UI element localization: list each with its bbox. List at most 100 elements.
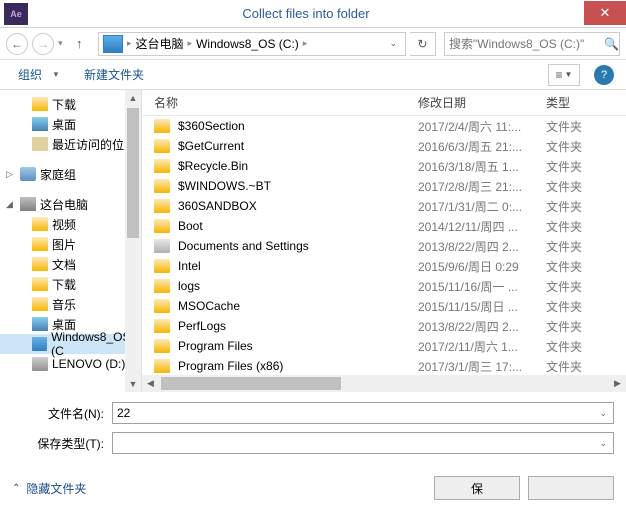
file-date: 2014/12/11/周四 ... [418,218,546,235]
close-button[interactable]: ✕ [584,1,626,25]
expand-icon[interactable]: ▷ [6,169,16,180]
expand-icon[interactable]: ◢ [6,199,16,210]
desktop-icon [32,117,48,131]
folder-icon [32,257,48,271]
drive-icon [32,357,48,371]
file-name: Documents and Settings [178,239,418,253]
tree-item[interactable]: 下载 [0,94,141,114]
file-row[interactable]: Documents and Settings2013/8/22/周四 2...文… [142,236,626,256]
breadcrumb-dropdown[interactable]: ⌄ [385,38,401,49]
file-date: 2013/8/22/周四 2... [418,238,546,255]
filetype-field[interactable]: ⌄ [112,432,614,454]
back-button[interactable]: ← [6,33,28,55]
tree-item[interactable]: 最近访问的位置 [0,134,141,154]
tree-item[interactable]: 文档 [0,254,141,274]
tree-item[interactable]: ▷家庭组 [0,164,141,184]
file-name: Boot [178,219,418,233]
forward-button[interactable]: → [32,33,54,55]
scroll-down-arrow[interactable]: ▼ [125,376,141,392]
file-row[interactable]: $GetCurrent2016/6/3/周五 21:...文件夹 [142,136,626,156]
horizontal-scrollbar[interactable]: ◀ ▶ [142,375,626,392]
scroll-left-arrow[interactable]: ◀ [142,378,159,389]
save-button[interactable]: 保 [434,476,520,500]
tree-item[interactable]: Windows8_OS (C [0,334,141,354]
folder-icon [154,299,170,313]
file-row[interactable]: $Recycle.Bin2016/3/18/周五 1...文件夹 [142,156,626,176]
chevron-down-icon[interactable]: ▼ [52,70,60,79]
column-name[interactable]: 名称 [154,94,418,111]
scroll-thumb[interactable] [127,108,139,238]
file-row[interactable]: Program Files2017/2/11/周六 1...文件夹 [142,336,626,356]
chevron-right-icon[interactable]: ▸ [125,38,134,49]
new-folder-button[interactable]: 新建文件夹 [78,64,150,85]
cancel-button[interactable] [528,476,614,500]
tree-item[interactable]: LENOVO (D:) [0,354,141,374]
column-date[interactable]: 修改日期 [418,94,546,111]
filename-field[interactable]: ⌄ [112,402,614,424]
file-name: $WINDOWS.~BT [178,179,418,193]
organize-button[interactable]: 组织 [12,64,48,85]
filetype-input[interactable] [117,436,597,450]
file-row[interactable]: MSOCache2015/11/15/周日 ...文件夹 [142,296,626,316]
help-button[interactable]: ? [594,65,614,85]
tree-item[interactable]: ◢这台电脑 [0,194,141,214]
tree-item[interactable]: 桌面 [0,114,141,134]
file-row[interactable]: Boot2014/12/11/周四 ...文件夹 [142,216,626,236]
file-date: 2016/3/18/周五 1... [418,158,546,175]
file-type: 文件夹 [546,238,582,255]
file-date: 2017/1/31/周二 0:... [418,198,546,215]
file-name: 360SANDBOX [178,199,418,213]
refresh-button[interactable]: ↻ [410,32,436,56]
file-name: $360Section [178,119,418,133]
file-name: $GetCurrent [178,139,418,153]
file-row[interactable]: $WINDOWS.~BT2017/2/8/周三 21:...文件夹 [142,176,626,196]
pc-icon [20,197,36,211]
file-date: 2017/2/8/周三 21:... [418,178,546,195]
chevron-right-icon[interactable]: ▸ [301,38,310,49]
file-name: Intel [178,259,418,273]
file-row[interactable]: PerfLogs2013/8/22/周四 2...文件夹 [142,316,626,336]
filename-input[interactable] [117,406,597,420]
search-box[interactable]: 🔍 [444,32,620,56]
breadcrumb[interactable]: ▸ 这台电脑 ▸ Windows8_OS (C:) ▸ ⌄ [98,32,406,56]
file-date: 2017/3/1/周三 17:... [418,358,546,375]
file-row[interactable]: $360Section2017/2/4/周六 11:...文件夹 [142,116,626,136]
view-options-button[interactable]: ≡▼ [548,64,580,86]
tree-item[interactable]: 音乐 [0,294,141,314]
tree-item[interactable]: 图片 [0,234,141,254]
file-type: 文件夹 [546,138,582,155]
breadcrumb-item[interactable]: Windows8_OS (C:) [196,37,299,51]
file-name: PerfLogs [178,319,418,333]
folder-icon [154,139,170,153]
tree-item[interactable]: 下载 [0,274,141,294]
chevron-down-icon[interactable]: ⌄ [597,438,609,449]
file-date: 2015/11/16/周一 ... [418,278,546,295]
breadcrumb-item[interactable]: 这台电脑 [136,35,184,52]
homegroup-icon [20,167,36,181]
history-dropdown[interactable]: ▾ [58,38,72,49]
scroll-up-arrow[interactable]: ▲ [125,90,141,106]
file-name: Program Files (x86) [178,359,418,373]
scroll-thumb[interactable] [161,377,341,390]
sidebar-scrollbar[interactable]: ▲ ▼ [125,90,141,392]
search-input[interactable] [449,37,604,51]
file-row[interactable]: Program Files (x86)2017/3/1/周三 17:...文件夹 [142,356,626,375]
column-headers: 名称 修改日期 类型 [142,90,626,116]
file-row[interactable]: 360SANDBOX2017/1/31/周二 0:...文件夹 [142,196,626,216]
chevron-down-icon[interactable]: ⌄ [597,408,609,419]
column-type[interactable]: 类型 [546,94,606,111]
folder-icon [154,199,170,213]
file-row[interactable]: logs2015/11/16/周一 ...文件夹 [142,276,626,296]
search-icon[interactable]: 🔍 [604,37,619,51]
hide-folders-toggle[interactable]: ⌃ 隐藏文件夹 [12,480,86,497]
tree-item[interactable]: 视频 [0,214,141,234]
file-date: 2017/2/4/周六 11:... [418,118,546,135]
file-row[interactable]: Intel2015/9/6/周日 0:29文件夹 [142,256,626,276]
file-type: 文件夹 [546,158,582,175]
tree-item-label: 音乐 [52,296,76,313]
file-type: 文件夹 [546,258,582,275]
up-button[interactable]: ↑ [76,36,94,51]
tree-item-label: 最近访问的位置 [52,136,136,153]
chevron-right-icon[interactable]: ▸ [186,38,195,49]
scroll-right-arrow[interactable]: ▶ [609,378,626,389]
